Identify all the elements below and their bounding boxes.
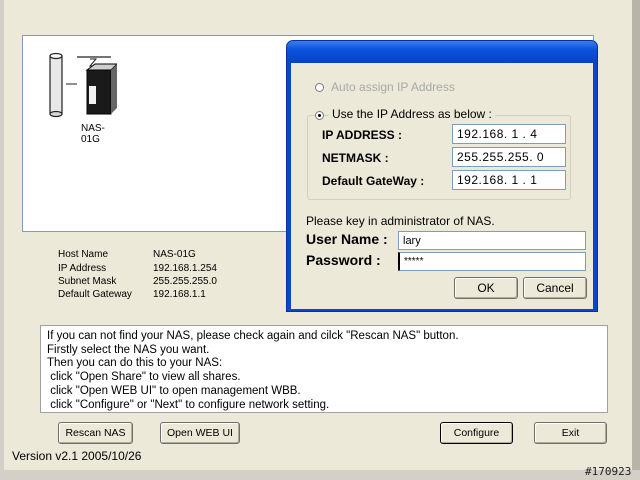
ip-address-value: 192.168.1.254 <box>153 263 217 274</box>
host-name-value: NAS-01G <box>153 249 196 260</box>
default-gateway-value: 192.168.1.1 <box>153 289 206 300</box>
netmask-field-label: NETMASK : <box>322 151 389 165</box>
host-name-label: Host Name <box>58 249 109 260</box>
password-input[interactable]: ***** <box>398 252 586 271</box>
nas-device-item[interactable]: NAS-01G <box>47 46 117 145</box>
subnet-mask-label: Subnet Mask <box>58 276 117 287</box>
dialog-title-bar[interactable] <box>287 41 597 63</box>
rescan-nas-button[interactable]: Rescan NAS <box>58 422 133 444</box>
version-label: Version v2.1 2005/10/26 <box>12 449 142 463</box>
default-gateway-label: Default Gateway <box>58 289 132 300</box>
gateway-field-label: Default GateWay : <box>322 174 425 188</box>
use-ip-label: Use the IP Address as below : <box>329 107 495 121</box>
window-right-edge <box>632 0 640 480</box>
window-top-edge <box>0 0 640 18</box>
auto-assign-label: Auto assign IP Address <box>331 80 455 94</box>
instruction-line: Then you can do this to your NAS: <box>47 357 223 370</box>
ok-button[interactable]: OK <box>454 277 518 299</box>
nas-device-icon <box>49 52 117 118</box>
password-label: Password : <box>306 252 381 268</box>
admin-prompt: Please key in administrator of NAS. <box>306 214 495 228</box>
ip-address-input[interactable]: 192.168. 1 . 4 <box>452 124 566 144</box>
ip-address-label: IP Address <box>58 263 107 274</box>
instruction-line: click "Open WEB UI" to open management W… <box>47 384 301 397</box>
configure-dialog: Auto assign IP Address Use the IP Addres… <box>286 40 598 312</box>
exit-button[interactable]: Exit <box>534 422 607 444</box>
instruction-line: click "Open Share" to view all shares. <box>47 371 241 384</box>
image-stamp: #170923 <box>585 465 632 478</box>
ip-address-field-label: IP ADDRESS : <box>322 128 403 142</box>
open-web-ui-button[interactable]: Open WEB UI <box>160 422 240 444</box>
window-left-edge <box>0 0 4 480</box>
instructions-panel: If you can not find your NAS, please che… <box>40 325 608 413</box>
instruction-line: If you can not find your NAS, please che… <box>47 330 459 342</box>
cancel-button[interactable]: Cancel <box>523 277 587 299</box>
subnet-mask-value: 255.255.255.0 <box>153 276 217 287</box>
configure-button[interactable]: Configure <box>440 422 513 444</box>
instruction-line: Firstly select the NAS you want. <box>47 343 210 356</box>
use-ip-radio[interactable] <box>315 111 324 120</box>
gateway-input[interactable]: 192.168. 1 . 1 <box>452 170 566 190</box>
dialog-body: Auto assign IP Address Use the IP Addres… <box>291 63 593 309</box>
username-label: User Name : <box>306 231 388 247</box>
window-bottom-edge <box>0 470 640 480</box>
auto-assign-radio[interactable] <box>315 83 324 92</box>
netmask-input[interactable]: 255.255.255. 0 <box>452 147 566 167</box>
instruction-line: click "Configure" or "Next" to configure… <box>47 398 330 411</box>
username-input[interactable]: lary <box>398 231 586 250</box>
nas-device-label: NAS-01G <box>81 123 105 145</box>
